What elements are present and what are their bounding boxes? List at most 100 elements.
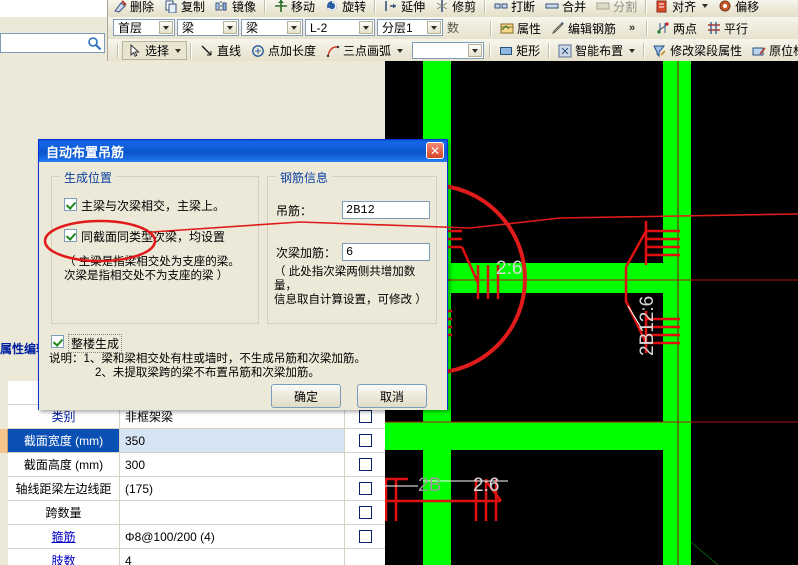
property-checkbox[interactable]: [358, 458, 372, 471]
property-value[interactable]: 4: [120, 549, 345, 565]
arc-tool-button[interactable]: 三点画弧: [321, 42, 408, 60]
category-selector[interactable]: 梁: [177, 19, 239, 36]
modify-beam-button[interactable]: 修改梁段属性: [648, 42, 747, 60]
cad-label-bottom-prefix: 2B: [418, 475, 441, 496]
toolbar-move-button[interactable]: 移动: [269, 0, 320, 15]
property-checkbox[interactable]: [358, 434, 372, 447]
toolbar-trim-button[interactable]: 修剪: [430, 0, 481, 15]
chevron-down-icon[interactable]: [397, 48, 404, 53]
chevron-down-icon[interactable]: [223, 21, 237, 34]
chevron-down-icon[interactable]: [702, 4, 709, 8]
properties-button[interactable]: 属性: [495, 19, 546, 37]
parallel-icon: [707, 21, 721, 35]
property-name: 肢数: [8, 549, 120, 565]
property-row[interactable]: 轴线距梁左边线距 (175): [8, 477, 385, 501]
toolbar-offset-button[interactable]: 偏移: [713, 0, 764, 15]
smart-layout-button[interactable]: 智能布置: [553, 42, 640, 60]
property-checkbox-cell[interactable]: [345, 453, 385, 476]
property-checkbox-cell[interactable]: [345, 501, 385, 524]
chevron-down-icon[interactable]: [629, 48, 636, 53]
property-value[interactable]: 350: [120, 429, 345, 452]
property-name: 跨数量: [8, 501, 120, 524]
note-line: 次梁是指相交处不为支座的梁 ）: [64, 270, 229, 282]
toolbar-align-button[interactable]: 对齐: [650, 0, 713, 15]
toolbar-merge-button[interactable]: 合并: [540, 0, 591, 15]
property-row[interactable]: 肢数 4: [8, 549, 385, 565]
search-input[interactable]: [0, 33, 105, 53]
whole-floor-checkbox[interactable]: [51, 335, 64, 348]
chevron-down-icon[interactable]: [359, 21, 373, 34]
property-row[interactable]: 跨数量: [8, 501, 385, 525]
type-selector[interactable]: 梁: [241, 19, 303, 36]
select-tool-button[interactable]: 选择: [122, 41, 188, 60]
property-checkbox[interactable]: [358, 506, 372, 519]
edit-rebar-button[interactable]: 编辑钢筋: [546, 19, 621, 37]
toolbar-item-label: 偏移: [735, 0, 760, 14]
note-line: （ 主梁是指梁相交处为支座的梁。: [64, 256, 240, 268]
floor-selector[interactable]: 首层: [113, 19, 175, 36]
property-checkbox-cell[interactable]: [345, 477, 385, 500]
cancel-button[interactable]: 取消: [357, 384, 427, 408]
point-length-tool-label: 点加长度: [268, 44, 317, 58]
chevron-down-icon[interactable]: [159, 21, 173, 34]
rebar-field-input[interactable]: 2B12: [342, 201, 430, 219]
property-checkbox-cell[interactable]: [345, 429, 385, 452]
property-row[interactable]: 截面宽度 (mm) 350: [8, 429, 385, 453]
chevron-down-icon[interactable]: [287, 21, 301, 34]
auto-hanger-rebar-dialog[interactable]: 自动布置吊筋 ✕ 生成位置 主梁与次梁相交，主梁上。 同截面同类型次梁，均设置 （…: [38, 139, 448, 410]
chevron-down-icon[interactable]: [175, 48, 182, 53]
toolbar-delete-button[interactable]: 删除: [108, 0, 159, 15]
close-icon[interactable]: ✕: [426, 142, 444, 159]
rebar-info-note: （ 此处指次梁两侧共增加数量， 信息取自计算设置，可修改 ）: [274, 265, 436, 307]
property-name: 轴线距梁左边线距: [8, 477, 120, 500]
property-value[interactable]: Φ8@100/200 (4): [120, 525, 345, 548]
chevron-down-icon[interactable]: [468, 44, 483, 57]
rebar-field-input[interactable]: 6: [342, 243, 430, 261]
property-name: 箍筋: [8, 525, 120, 548]
search-icon[interactable]: [87, 36, 102, 51]
toolbar-item-label: 分割: [613, 0, 638, 14]
property-value[interactable]: (175): [120, 477, 345, 500]
break-icon: [494, 0, 508, 13]
point-length-tool-button[interactable]: 点加长度: [246, 42, 321, 60]
whole-floor-label: 整楼生成: [68, 334, 123, 353]
property-value[interactable]: [120, 501, 345, 524]
align-icon: [655, 0, 669, 13]
chevron-down-icon[interactable]: [427, 21, 441, 34]
generate-position-checkbox[interactable]: [64, 229, 77, 242]
parallel-button[interactable]: 平行: [702, 19, 753, 37]
property-checkbox[interactable]: [358, 530, 372, 543]
whole-floor-checkbox-row[interactable]: 整楼生成: [51, 334, 123, 353]
dialog-titlebar[interactable]: 自动布置吊筋 ✕: [39, 140, 447, 162]
in-situ-annotation-button[interactable]: 原位标注: [747, 42, 798, 60]
two-point-button[interactable]: 两点: [651, 19, 702, 37]
toolbar-split-button[interactable]: 分割: [591, 0, 642, 15]
selector-toolbar: 首层 梁 梁 L-2 分层1 数 属性 编辑钢筋 » 两点 平行: [0, 17, 798, 40]
toolbar-extend-button[interactable]: 延伸: [379, 0, 430, 15]
toolbar-item-label: 镜像: [232, 0, 257, 14]
toolbar-mirror-button[interactable]: 镜像: [210, 0, 261, 15]
generate-position-checkbox[interactable]: [64, 198, 77, 211]
property-value[interactable]: 300: [120, 453, 345, 476]
rectangle-tool-label: 矩形: [516, 44, 541, 58]
layer-selector[interactable]: 分层1: [377, 19, 443, 36]
toolbar-copy-button[interactable]: 复制: [159, 0, 210, 15]
property-row[interactable]: 箍筋 Φ8@100/200 (4): [8, 525, 385, 549]
arc-option-combo[interactable]: [412, 42, 485, 59]
property-checkbox[interactable]: [358, 410, 372, 423]
toolbar-overflow-button[interactable]: »: [621, 22, 643, 34]
rectangle-tool-button[interactable]: 矩形: [494, 42, 545, 60]
generate-position-checkbox-row[interactable]: 主梁与次梁相交，主梁上。: [64, 197, 250, 214]
toolbar-break-button[interactable]: 打断: [489, 0, 540, 15]
line-tool-button[interactable]: 直线: [195, 42, 246, 60]
property-checkbox-cell[interactable]: [345, 525, 385, 548]
toolbar-rotate-button[interactable]: 旋转: [320, 0, 371, 15]
property-checkbox-cell[interactable]: [345, 549, 385, 565]
rebar-field-row: 吊筋： 2B12: [276, 201, 432, 219]
property-checkbox[interactable]: [358, 482, 372, 495]
generate-position-checkbox-row[interactable]: 同截面同类型次梁，均设置: [64, 228, 250, 245]
member-selector[interactable]: L-2: [305, 19, 375, 36]
property-row[interactable]: 截面高度 (mm) 300: [8, 453, 385, 477]
pencil-icon: [551, 21, 565, 35]
ok-button[interactable]: 确定: [271, 384, 341, 408]
